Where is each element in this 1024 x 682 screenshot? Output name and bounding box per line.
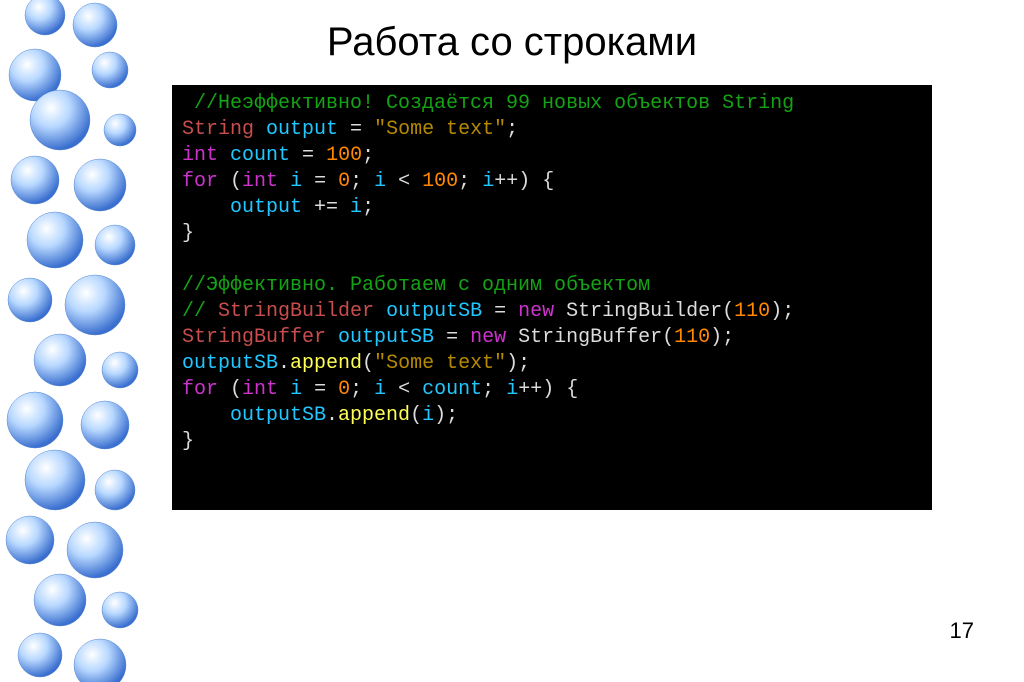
code-token: outputSB [338, 326, 434, 349]
code-token: i [290, 170, 302, 193]
code-token: outputSB [182, 352, 278, 375]
code-token: ; [362, 144, 374, 167]
code-token: ( [722, 300, 734, 323]
code-token: i [350, 196, 362, 219]
code-token: . [278, 352, 290, 375]
code-token: int [242, 170, 278, 193]
code-token: . [326, 404, 338, 427]
code-comment: //Неэффективно! Создаётся 99 новых объек… [182, 92, 794, 115]
code-token: i [374, 170, 386, 193]
code-block: //Неэффективно! Создаётся 99 новых объек… [172, 85, 932, 510]
code-token: ( [662, 326, 674, 349]
code-token: ); [506, 352, 530, 375]
code-token: i [374, 378, 386, 401]
code-token: = [302, 378, 338, 401]
code-token: output [230, 196, 302, 219]
code-token: ( [410, 404, 422, 427]
code-token: String [182, 118, 254, 141]
code-token: ); [434, 404, 458, 427]
code-token: i [290, 378, 302, 401]
code-token: 110 [674, 326, 710, 349]
code-token [554, 300, 566, 323]
code-token: StringBuilder [566, 300, 722, 323]
code-token: ; [350, 378, 374, 401]
code-token: i [482, 170, 494, 193]
code-token: } [182, 430, 194, 453]
code-token: ( [218, 170, 242, 193]
code-token [506, 326, 518, 349]
code-token: "Some text" [374, 352, 506, 375]
code-token: count [230, 144, 290, 167]
code-token: = [434, 326, 470, 349]
code-comment: //Эффективно. Работаем с одним объектом [182, 274, 650, 297]
code-token: "Some text" [374, 118, 506, 141]
code-token [182, 196, 230, 219]
code-token: append [290, 352, 362, 375]
code-token: 100 [326, 144, 362, 167]
code-token: outputSB [386, 300, 482, 323]
code-token: ++ [518, 378, 542, 401]
code-token: StringBuffer [182, 326, 326, 349]
code-token: 0 [338, 170, 350, 193]
code-token: < [386, 170, 422, 193]
code-token: = [482, 300, 518, 323]
code-token: for [182, 378, 218, 401]
dna-helix-decoration [0, 0, 170, 682]
code-token: 100 [422, 170, 458, 193]
code-token: ; [506, 118, 518, 141]
code-token: StringBuffer [518, 326, 662, 349]
code-token: 110 [734, 300, 770, 323]
code-token: append [338, 404, 410, 427]
code-token: new [470, 326, 506, 349]
code-token: ; [458, 170, 482, 193]
code-token: i [506, 378, 518, 401]
code-token: new [518, 300, 554, 323]
code-token: for [182, 170, 218, 193]
code-token: // [182, 300, 218, 323]
code-token: = [290, 144, 326, 167]
code-token: StringBuilder [218, 300, 374, 323]
code-token: += [302, 196, 350, 219]
code-token [182, 404, 230, 427]
code-token: ( [218, 378, 242, 401]
code-token: 0 [338, 378, 350, 401]
code-token: ) { [542, 378, 578, 401]
code-token: count [422, 378, 482, 401]
code-token: ; [362, 196, 374, 219]
code-token [326, 326, 338, 349]
code-token: ) { [518, 170, 554, 193]
code-token: int [242, 378, 278, 401]
code-token: outputSB [230, 404, 326, 427]
code-token: ); [770, 300, 794, 323]
code-token: ; [482, 378, 506, 401]
page-number: 17 [950, 618, 974, 644]
slide-title: Работа со строками [0, 20, 1024, 65]
code-token: ( [362, 352, 374, 375]
code-token: int [182, 144, 218, 167]
code-token: i [422, 404, 434, 427]
code-token: < [386, 378, 422, 401]
code-token: ; [350, 170, 374, 193]
code-token: = [338, 118, 374, 141]
code-token [374, 300, 386, 323]
code-token: output [266, 118, 338, 141]
code-token: ); [710, 326, 734, 349]
code-token: } [182, 222, 194, 245]
code-token: = [302, 170, 338, 193]
code-token: ++ [494, 170, 518, 193]
